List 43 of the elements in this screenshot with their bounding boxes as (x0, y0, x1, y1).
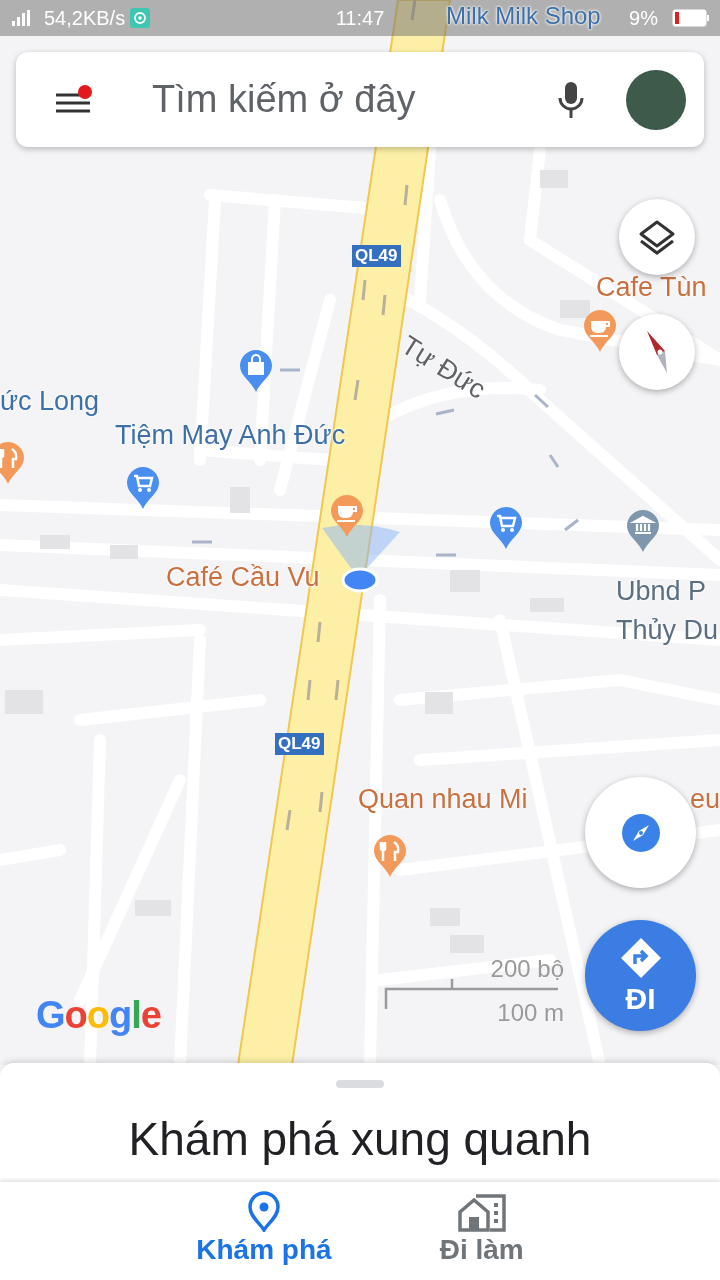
fork-knife-pin-icon[interactable] (0, 440, 26, 486)
nav-tab[interactable]: Khám phá (192, 1181, 336, 1280)
building (425, 692, 453, 714)
fork-knife-pin-icon[interactable] (372, 833, 408, 879)
building (230, 487, 250, 513)
menu-icon (54, 84, 94, 115)
map-label: Thủy Du (616, 615, 719, 646)
current-location-icon (322, 524, 400, 593)
google-logo: Google (36, 994, 161, 1037)
coffee-cup-pin-icon[interactable] (582, 308, 618, 354)
microphone-icon (558, 80, 584, 119)
drag-handle[interactable] (336, 1080, 384, 1088)
building-pin-icon[interactable] (625, 508, 661, 554)
building (540, 170, 568, 188)
scale-label: 200 bộ (490, 955, 564, 983)
building (560, 300, 590, 318)
building (450, 570, 480, 592)
map-label: Ubnd P (616, 576, 707, 607)
scale-label: 100 m (497, 999, 564, 1027)
nav-tab[interactable]: Đi làm (435, 1181, 528, 1280)
location-app-icon (129, 7, 152, 29)
building (40, 535, 70, 549)
battery-percent: 9% (629, 6, 658, 30)
shopping-bag-pin-icon[interactable] (238, 348, 274, 394)
sheet-title: Khám phá xung quanh (128, 1111, 592, 1166)
map-label: Milk Milk Shop (446, 2, 601, 30)
clock: 11:47 (335, 6, 385, 30)
map-label: Cafe Tùn (596, 272, 707, 303)
shopping-cart-pin-icon[interactable] (125, 465, 161, 511)
map-label: Quan nhau Mi (358, 784, 528, 815)
route-shield: QL49 (352, 245, 401, 267)
route-shield: QL49 (275, 733, 324, 755)
building (110, 545, 138, 559)
coffee-cup-pin-icon[interactable] (329, 493, 365, 539)
search-bar[interactable]: Tìm kiếm ở đây (16, 52, 704, 147)
layers-icon (638, 219, 676, 255)
shopping-cart-pin-icon[interactable] (488, 505, 524, 551)
network-speed: 54,2KB/s (44, 6, 126, 30)
map-label: eu (690, 784, 720, 815)
map-label: ức Long (0, 386, 100, 417)
map-label: Tự Đức (395, 330, 491, 406)
battery-icon (672, 9, 710, 27)
compass-icon (620, 812, 661, 853)
